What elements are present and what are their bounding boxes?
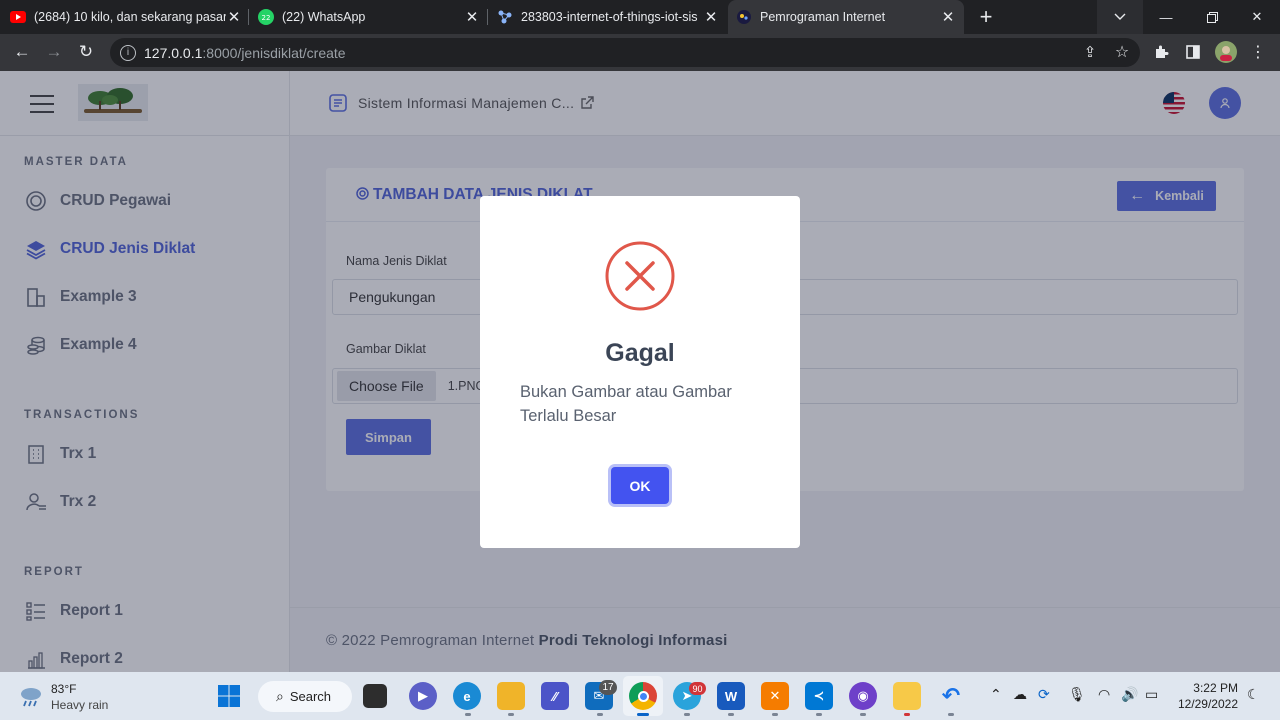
windows-start-icon[interactable] — [215, 682, 243, 710]
address-bar[interactable]: i 127.0.0.1:8000/jenisdiklat/create — [110, 38, 1140, 67]
tab-title: 283803-internet-of-things-iot-sis — [521, 10, 698, 24]
iot-icon — [497, 9, 513, 25]
cloud-icon[interactable]: ☁ — [1013, 686, 1027, 703]
whatsapp-icon: 22 — [258, 9, 274, 25]
menu-dots-icon[interactable]: ⋮ — [1244, 38, 1272, 66]
dialog-title: Gagal — [605, 339, 675, 367]
ok-label: OK — [629, 477, 651, 494]
restore-button[interactable] — [1189, 0, 1235, 34]
close-icon[interactable]: ✕ — [703, 8, 719, 26]
profile-avatar[interactable] — [1212, 38, 1240, 66]
back-arrow-icon[interactable]: ← — [8, 38, 36, 66]
svg-text:22: 22 — [262, 14, 271, 22]
notifications-icon[interactable]: ☾ — [1247, 686, 1260, 703]
sync-icon[interactable]: ⟳ — [1038, 686, 1050, 703]
star-icon[interactable]: ☆ — [1108, 38, 1136, 66]
tab-youtube[interactable]: (2684) 10 kilo, dan sekarang pasar ✕ — [10, 0, 242, 34]
search-icon: ⌕ — [276, 688, 284, 704]
tab-whatsapp[interactable]: 22 (22) WhatsApp ✕ — [258, 0, 480, 34]
edge-icon[interactable]: e — [453, 682, 481, 710]
task-view-icon[interactable] — [363, 684, 387, 708]
tab-pemrograman-internet[interactable]: Pemrograman Internet ✕ — [728, 0, 964, 34]
side-panel-icon[interactable] — [1179, 38, 1207, 66]
wifi-icon[interactable]: ◠ — [1098, 686, 1110, 703]
tab-iot[interactable]: 283803-internet-of-things-iot-sis ✕ — [497, 0, 719, 34]
youtube-icon — [10, 9, 26, 25]
mail-badge: 17 — [599, 680, 617, 695]
search-label: Search — [289, 689, 332, 704]
close-icon[interactable]: ✕ — [940, 8, 956, 26]
close-window-button[interactable]: ✕ — [1234, 0, 1280, 34]
new-tab-button[interactable]: + — [968, 0, 1004, 34]
telegram-badge: 90 — [689, 682, 706, 695]
url-host: 127.0.0.1 — [144, 44, 203, 61]
browser-tab-strip: (2684) 10 kilo, dan sekarang pasar ✕ 22 … — [0, 0, 1280, 34]
file-explorer-icon[interactable] — [497, 682, 525, 710]
windows-taskbar: 83°F Heavy rain ⌕ Search ▶ e ⁄⁄ ✉ 17 ➤ 90… — [0, 672, 1280, 720]
clock-date[interactable]: 12/29/2022 — [1170, 697, 1238, 711]
vscode-icon[interactable]: ≺ — [805, 682, 833, 710]
powerautomate-icon[interactable]: ⁄⁄ — [541, 682, 569, 710]
clock-time[interactable]: 3:22 PM — [1188, 681, 1238, 695]
reload-icon[interactable]: ↻ — [72, 38, 100, 66]
battery-icon[interactable]: ▭ — [1145, 686, 1158, 703]
teams-icon[interactable]: ▶ — [409, 682, 437, 710]
github-desktop-icon[interactable]: ◉ — [849, 682, 877, 710]
ok-button[interactable]: OK — [611, 467, 669, 504]
error-dialog: Gagal Bukan Gambar atau Gambar Terlalu B… — [480, 196, 800, 548]
weather-rain-icon[interactable] — [18, 684, 44, 715]
chevron-up-icon[interactable]: ⌃ — [990, 686, 1002, 703]
extensions-icon[interactable] — [1147, 38, 1175, 66]
error-x-icon — [604, 240, 676, 317]
browser-toolbar: ← → ↻ i 127.0.0.1:8000/jenisdiklat/creat… — [0, 34, 1280, 71]
tab-title: (22) WhatsApp — [282, 10, 366, 24]
dolphin-icon[interactable]: ↶ — [937, 682, 965, 710]
weather-temp[interactable]: 83°F — [51, 682, 76, 696]
site-icon — [736, 9, 752, 25]
forward-arrow-icon[interactable]: → — [40, 38, 68, 66]
chrome-icon[interactable] — [629, 682, 657, 710]
share-icon[interactable]: ⇪ — [1076, 38, 1104, 66]
volume-icon[interactable]: 🔊 — [1121, 686, 1138, 703]
tab-title: (2684) 10 kilo, dan sekarang pasar — [34, 10, 226, 24]
close-icon[interactable]: ✕ — [464, 8, 480, 26]
close-icon[interactable]: ✕ — [226, 8, 242, 26]
info-icon[interactable]: i — [120, 44, 136, 61]
folder-onedrive-icon[interactable] — [893, 682, 921, 710]
tab-title: Pemrograman Internet — [760, 10, 886, 24]
word-icon[interactable]: W — [717, 682, 745, 710]
xampp-icon[interactable]: ✕ — [761, 682, 789, 710]
tab-search-button[interactable] — [1097, 0, 1143, 34]
url-path: :8000/jenisdiklat/create — [202, 44, 346, 61]
dialog-message: Bukan Gambar atau Gambar Terlalu Besar — [520, 383, 732, 425]
microphone-icon[interactable]: 🎙 — [1068, 686, 1086, 703]
minimize-button[interactable]: — — [1143, 0, 1189, 34]
weather-desc[interactable]: Heavy rain — [51, 698, 108, 712]
taskbar-search[interactable]: ⌕ Search — [258, 681, 352, 712]
